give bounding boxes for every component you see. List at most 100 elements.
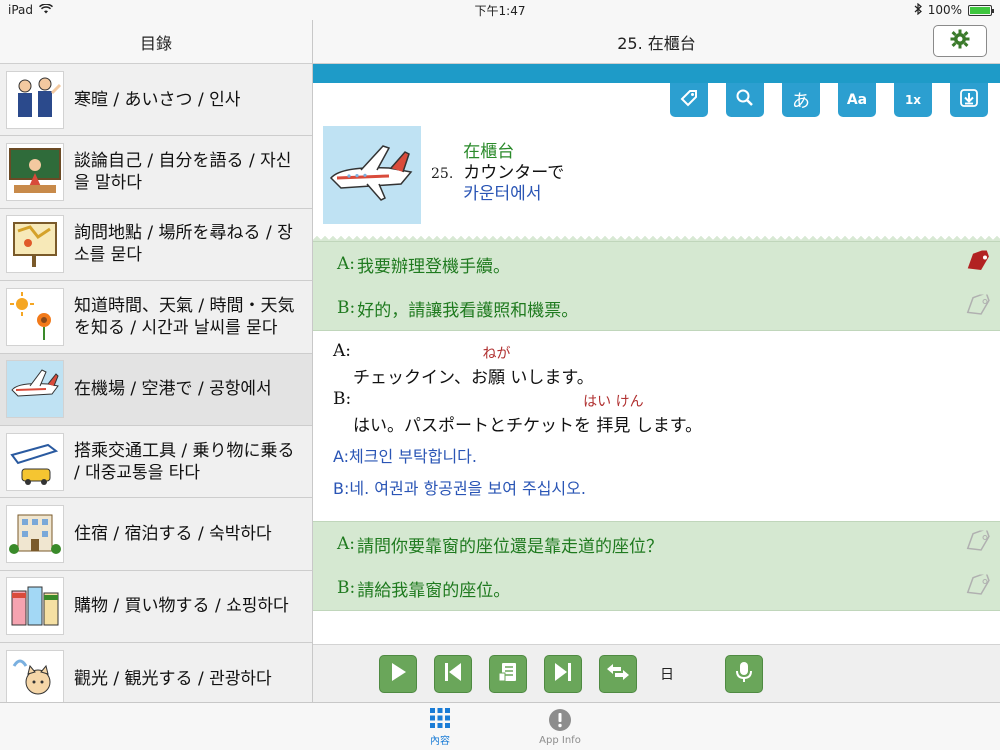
lesson-title-zh: 在櫃台 [463,142,515,162]
speaker-label: A: [333,341,352,361]
tag-icon [679,88,699,112]
dialog-text-zh: 好的，請讓我看護照和機票。 [357,300,579,321]
device-name: iPad [8,3,34,17]
ruby-kanji: ねが願 [482,346,510,388]
sidebar-item-lodging[interactable]: 住宿 / 宿泊する / 숙박하다 [0,498,312,571]
dialog-text-ko: A:체크인 부탁합니다. [333,447,477,466]
microphone-icon [735,660,753,688]
sidebar-item-label: 購物 / 買い物する / 쇼핑하다 [74,596,289,617]
ruby-kanji: はい けん 拝見 [583,394,643,436]
status-right: 100% [914,2,994,18]
bookmark-tag-icon[interactable] [964,291,992,322]
sidebar-item-time-weather[interactable]: 知道時間、天氣 / 時間・天気を知る / 시간과 날씨를 묻다 [0,281,312,354]
lesson-title-ja: カウンターで [463,163,565,183]
tab-app-info[interactable]: App Info [530,703,590,750]
sidebar-item-label: 在機場 / 空港で / 공항에서 [74,379,272,400]
dialog-line-ja-a: A: チェックイン、お ねが願 いします。 [333,339,1000,388]
sidebar-title: 目錄 [0,20,312,64]
kana-button[interactable]: あ [782,83,820,117]
tab-bar: 內容 App Info [0,702,1000,750]
shops-icon [6,577,64,636]
font-size-icon: Aa [846,92,868,108]
page-title: 25. 在櫃台 [617,33,696,53]
sidebar-item-self[interactable]: 談論自己 / 自分を語る / 자신을 말하다 [0,136,312,209]
speed-icon: 1x [904,93,922,107]
dialog-zh-block-1[interactable]: A: 我要辦理登機手續。 B: 好的，請讓我看護照和機票。 [313,241,1000,331]
record-button[interactable] [725,654,763,693]
bookmark-tag-icon[interactable] [964,248,992,278]
sidebar-item-label: 寒暄 / あいさつ / 인사 [74,89,241,110]
dialog-text-zh: 請問你要靠窗的座位還是靠走道的座位？ [357,536,664,557]
play-button[interactable] [379,654,417,693]
status-bar: iPad 下午1:47 100% [0,0,1000,20]
dialog-line-ja-b: B: はい。パスポートとチケットを はい けん 拝見 します。 [333,387,1000,436]
search-icon [735,88,755,112]
sidebar-item-sightseeing[interactable]: 觀光 / 観光する / 관광하다 [0,643,312,702]
sidebar-item-shopping[interactable]: 購物 / 買い物する / 쇼핑하다 [0,570,312,644]
lesson-title-ko: 카운터에서 [463,184,542,204]
battery-level [970,6,990,14]
greeting-people-icon [6,70,64,129]
sidebar-item-label: 搭乘交通工具 / 乗り物に乗る / 대중교통을 타다 [74,440,295,483]
swap-arrows-icon [605,662,631,686]
bookmark-tag-icon[interactable] [964,527,992,558]
settings-button[interactable] [933,25,987,57]
dialog-line[interactable]: B: 好的，請讓我看護照和機票。 [313,286,1000,330]
main-panel: 25. 在櫃台 あ Aa 1x 25. 在櫃台 カウンターで 카운터에서 A: … [313,20,1000,702]
script-button[interactable] [489,654,527,693]
dialog-text-zh: 我要辦理登機手續。 [357,256,511,277]
ja-text-part: します。 [635,416,703,436]
speaker-label: A: [337,534,356,554]
speaker-label: B: [333,389,352,409]
tab-label: 內容 [430,735,450,747]
furigana: はい けん [583,394,644,410]
speaker-label: A: [337,254,356,274]
accent-band [313,64,1000,83]
main-header: 25. 在櫃台 [313,20,1000,64]
dialog-text-ko: B:네. 여권과 항공권을 보여 주십시오. [333,479,586,498]
lesson-header: 25. 在櫃台 カウンターで 카운터에서 [313,121,1000,241]
download-icon [959,88,979,112]
app-root: iPad 下午1:47 100% 目錄 寒暄 / あいさつ / 인사 談論自己 … [0,0,1000,750]
kanji: 願 [487,368,505,388]
script-list-icon [497,661,519,687]
teacher-blackboard-icon [6,143,64,202]
speaker-label: B: [337,298,356,318]
speed-button[interactable]: 1x [894,83,932,117]
sidebar-item-label: 住宿 / 宿泊する / 숙박하다 [74,524,272,545]
sightseeing-cat-icon [6,649,64,702]
sidebar-item-greeting[interactable]: 寒暄 / あいさつ / 인사 [0,64,312,137]
skip-forward-icon [553,661,573,687]
next-button[interactable] [544,654,582,693]
sidebar: 目錄 寒暄 / あいさつ / 인사 談論自己 / 自分を語る / 자신을 말하다… [0,20,313,702]
sidebar-item-label: 詢問地點 / 場所を尋ねる / 장소를 묻다 [74,223,293,266]
content-toolbar: あ Aa 1x [313,83,1000,121]
dialog-line[interactable]: A: 請問你要靠窗的座位還是靠走道的座位？ [313,522,1000,566]
sun-flower-icon [6,287,64,346]
dialog-zh-block-2[interactable]: A: 請問你要靠窗的座位還是靠走道的座位？ B: 請給我靠窗的座位。 [313,521,1000,611]
download-button[interactable] [950,83,988,117]
dialog-line[interactable]: B: 請給我靠窗的座位。 [313,566,1000,610]
tag-button[interactable] [670,83,708,117]
dialog-ja-ko-block-1: A: チェックイン、お ねが願 いします。 B: はい。パスポートとチケットを は… [313,331,1000,513]
tab-label: App Info [539,734,581,746]
info-icon [548,708,572,735]
battery-percent: 100% [927,3,962,17]
sidebar-item-location[interactable]: 詢問地點 / 場所を尋ねる / 장소를 묻다 [0,208,312,282]
airplane-icon [323,126,421,224]
language-switch-button[interactable] [599,654,637,693]
sidebar-item-transport[interactable]: 搭乘交通工具 / 乗り物に乗る / 대중교통을 타다 [0,425,312,499]
sidebar-item-label: 觀光 / 観光する / 관광하다 [74,668,272,689]
font-size-button[interactable]: Aa [838,83,876,117]
sidebar-item-airport[interactable]: 在機場 / 空港で / 공항에서 [0,353,312,426]
search-button[interactable] [726,83,764,117]
previous-button[interactable] [434,654,472,693]
dialog-line[interactable]: A: 我要辦理登機手續。 [313,242,1000,286]
playback-controls: 日 [313,644,1000,702]
bluetooth-icon [914,2,922,18]
bookmark-tag-icon[interactable] [964,571,992,602]
tab-contents[interactable]: 內容 [410,703,470,750]
play-icon [388,661,408,687]
wifi-icon [39,3,54,17]
speaker-label: B: [337,578,356,598]
